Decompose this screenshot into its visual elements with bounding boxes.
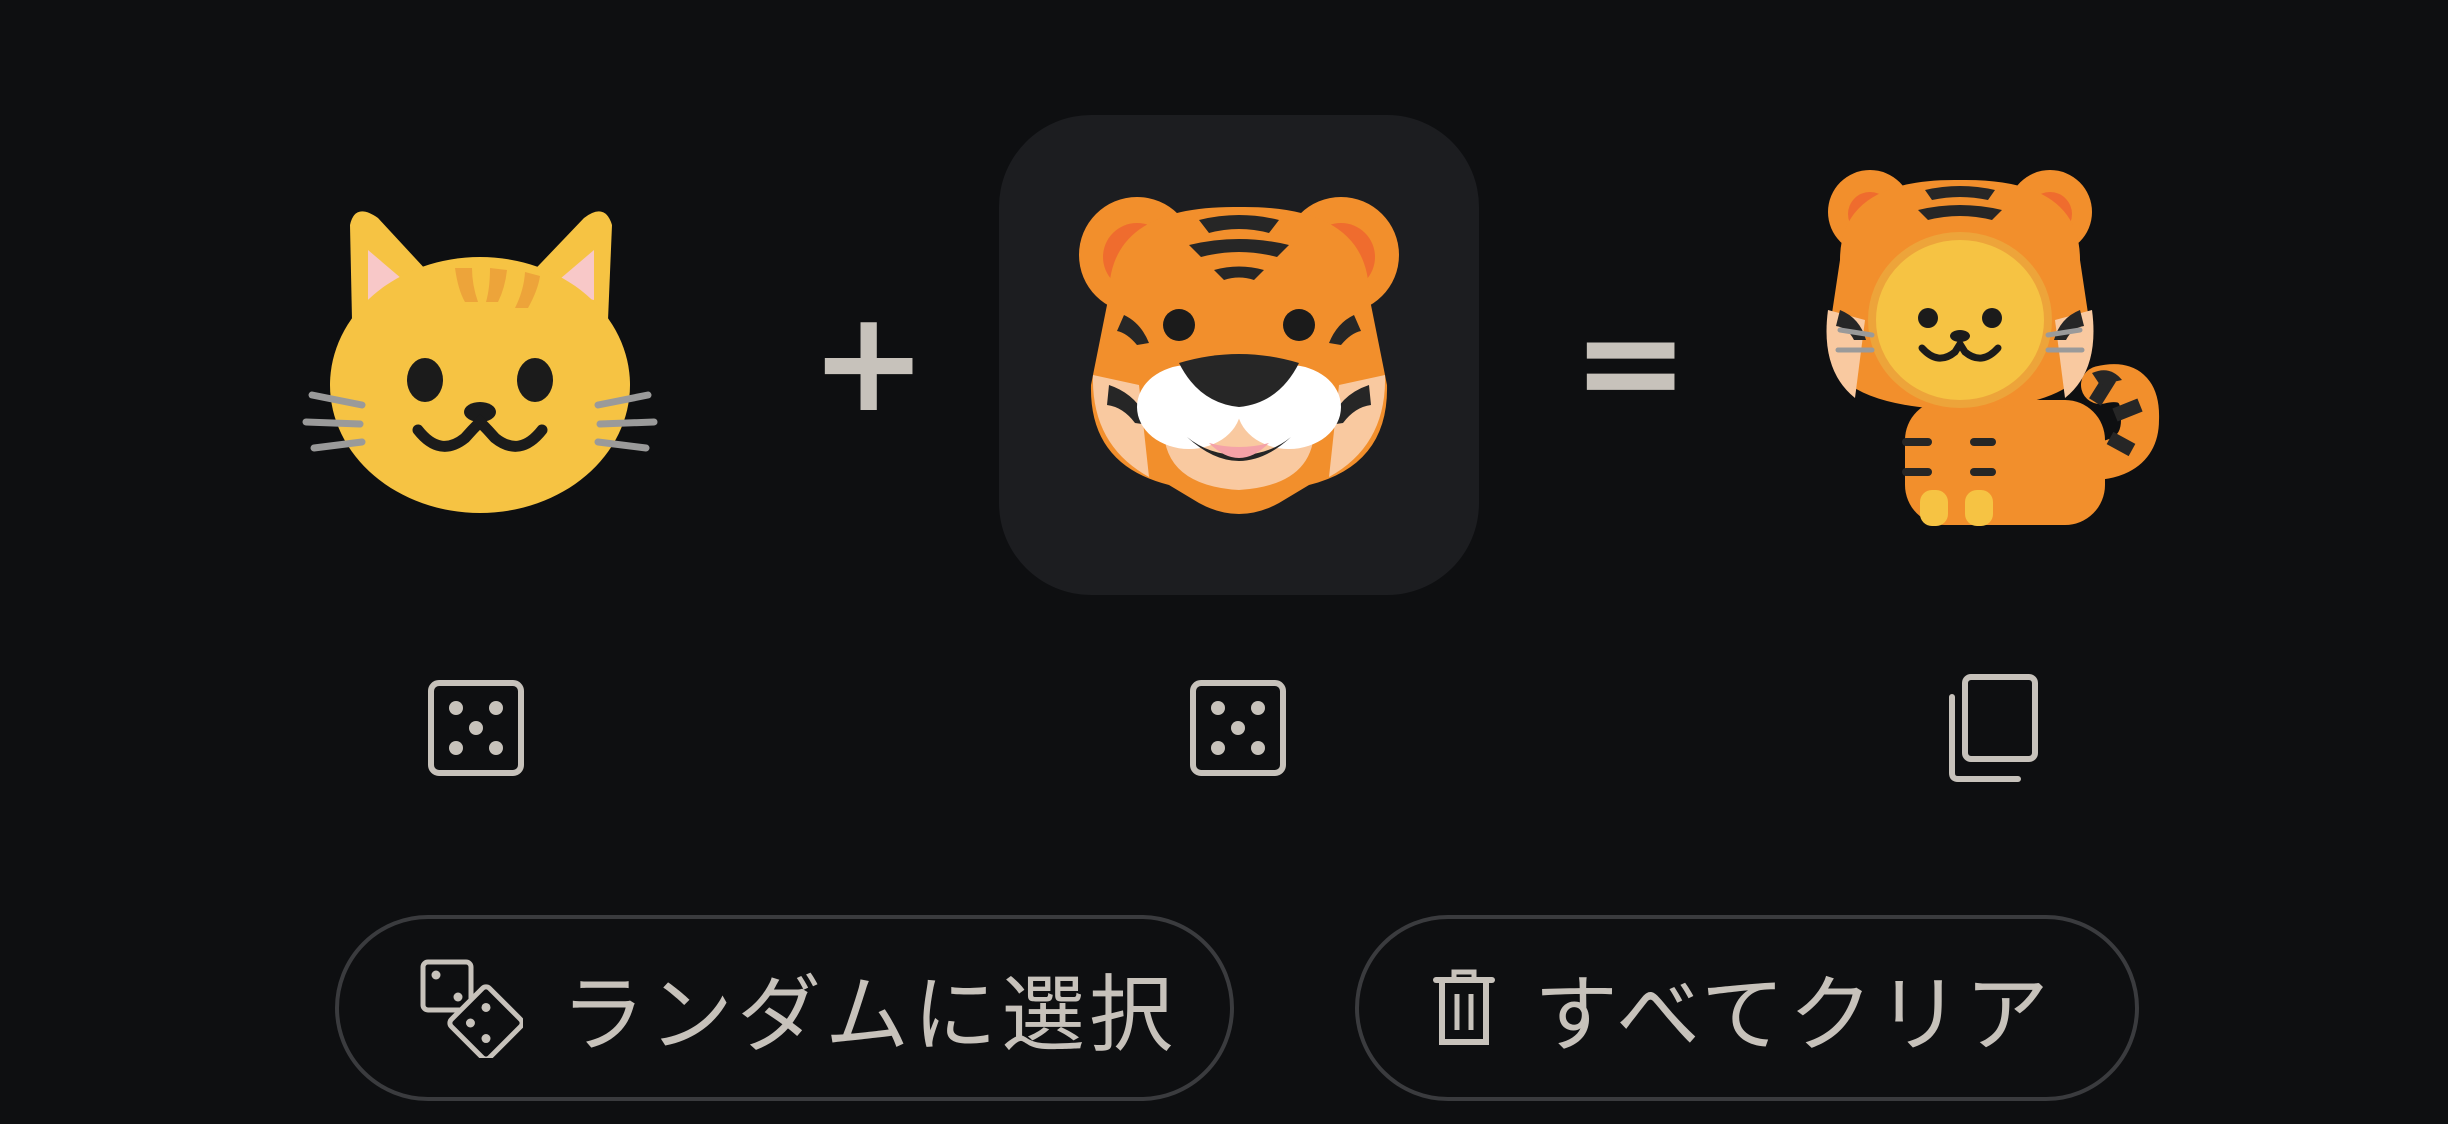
clear-all-button[interactable]: すべてクリア — [1355, 915, 2139, 1101]
random-select-button[interactable]: ランダムに選択 — [335, 915, 1234, 1101]
randomize-left-button[interactable] — [411, 663, 541, 793]
cat-face-emoji — [302, 211, 658, 513]
trash-icon — [1433, 969, 1495, 1045]
randomize-middle-button[interactable] — [1173, 663, 1303, 793]
copy-icon — [1949, 674, 2038, 782]
random-select-label: ランダムに選択 — [561, 965, 1178, 1064]
dice-pair-icon — [420, 959, 523, 1058]
dice-icon — [428, 680, 524, 776]
middle-emoji-slot[interactable] — [999, 115, 1479, 595]
clear-all-label: すべてクリア — [1534, 965, 2053, 1064]
left-emoji-slot[interactable] — [280, 170, 680, 550]
cat-in-tiger-costume-emoji — [1826, 170, 2160, 526]
result-emoji-slot[interactable] — [1790, 170, 2210, 550]
tiger-face-emoji — [1079, 197, 1399, 514]
plus-symbol: + — [810, 281, 928, 444]
copy-result-button[interactable] — [1925, 663, 2055, 793]
dice-icon — [1190, 680, 1286, 776]
equals-symbol: = — [1572, 281, 1690, 444]
